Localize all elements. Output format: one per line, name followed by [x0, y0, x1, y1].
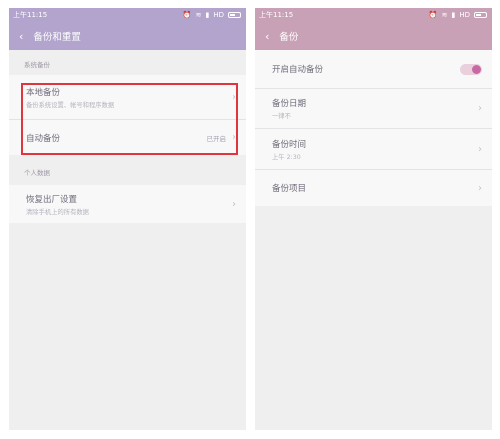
backup-reset-screen: 上午11:15 ⏰ ≋ ▮ HD ‹ 备份和重置 系统备份 本地备份 备份系统设… — [9, 8, 246, 430]
wifi-icon: ≋ — [441, 11, 448, 19]
auto-backup-toggle-item[interactable]: 开启自动备份 — [255, 50, 492, 89]
status-time: 上午11:15 — [259, 11, 294, 19]
chevron-right-icon: › — [478, 143, 482, 155]
status-time: 上午11:15 — [13, 11, 48, 19]
backup-date-value: 一律不 — [272, 113, 291, 120]
status-bar: 上午11:15 ⏰ ≋ ▮ HD — [255, 8, 492, 22]
signal-icon: ▮ — [205, 11, 210, 19]
highlight-box — [21, 83, 238, 155]
page-title: 备份 — [279, 32, 299, 43]
personal-data-group: 恢复出厂设置 清除手机上的所有数据 › — [9, 185, 246, 223]
backup-items-title: 备份项目 — [272, 184, 307, 194]
back-arrow-icon[interactable]: ‹ — [265, 31, 269, 42]
page-title: 备份和重置 — [33, 32, 81, 43]
backup-items-item[interactable]: 备份项目 › — [255, 170, 492, 206]
status-bar: 上午11:15 ⏰ ≋ ▮ HD — [9, 8, 246, 22]
section-label-system: 系统备份 — [24, 61, 50, 69]
title-bar: ‹ 备份 — [255, 22, 492, 50]
auto-backup-toggle[interactable] — [460, 63, 482, 75]
backup-time-value: 上午 2:30 — [272, 153, 301, 161]
factory-reset-subtitle: 清除手机上的所有数据 — [26, 208, 89, 216]
signal-icon: ▮ — [451, 11, 456, 19]
header: 上午11:15 ⏰ ≋ ▮ HD ‹ 备份和重置 — [9, 8, 246, 50]
alarm-icon: ⏰ — [182, 11, 192, 19]
backup-time-item[interactable]: 备份时间 上午 2:30 › — [255, 129, 492, 170]
chevron-right-icon: › — [478, 182, 482, 194]
backup-settings-list: 开启自动备份 备份日期 一律不 › 备份时间 上午 2:30 › 备份项目 › — [255, 50, 492, 206]
battery-icon — [474, 12, 487, 18]
backup-time-title: 备份时间 — [272, 139, 307, 150]
section-label-personal: 个人数据 — [24, 169, 50, 177]
network-type: HD — [213, 11, 224, 19]
factory-reset-title: 恢复出厂设置 — [26, 194, 78, 205]
toggle-knob — [472, 64, 481, 74]
wifi-icon: ≋ — [195, 11, 202, 19]
status-icons: ⏰ ≋ ▮ HD — [429, 11, 487, 19]
back-arrow-icon[interactable]: ‹ — [19, 31, 23, 42]
network-type: HD — [459, 11, 470, 19]
title-bar: ‹ 备份和重置 — [9, 22, 246, 50]
auto-backup-toggle-label: 开启自动备份 — [272, 65, 324, 75]
alarm-icon: ⏰ — [428, 11, 438, 19]
backup-screen: 上午11:15 ⏰ ≋ ▮ HD ‹ 备份 开启自动备份 备份日期 一律不 › … — [255, 8, 492, 430]
battery-icon — [228, 12, 241, 18]
chevron-right-icon: › — [478, 103, 482, 114]
status-icons: ⏰ ≋ ▮ HD — [183, 11, 241, 19]
backup-date-title: 备份日期 — [272, 99, 307, 109]
backup-date-item[interactable]: 备份日期 一律不 › — [255, 89, 492, 129]
factory-reset-item[interactable]: 恢复出厂设置 清除手机上的所有数据 › — [9, 185, 246, 223]
chevron-right-icon: › — [232, 198, 236, 210]
header: 上午11:15 ⏰ ≋ ▮ HD ‹ 备份 — [255, 8, 492, 50]
